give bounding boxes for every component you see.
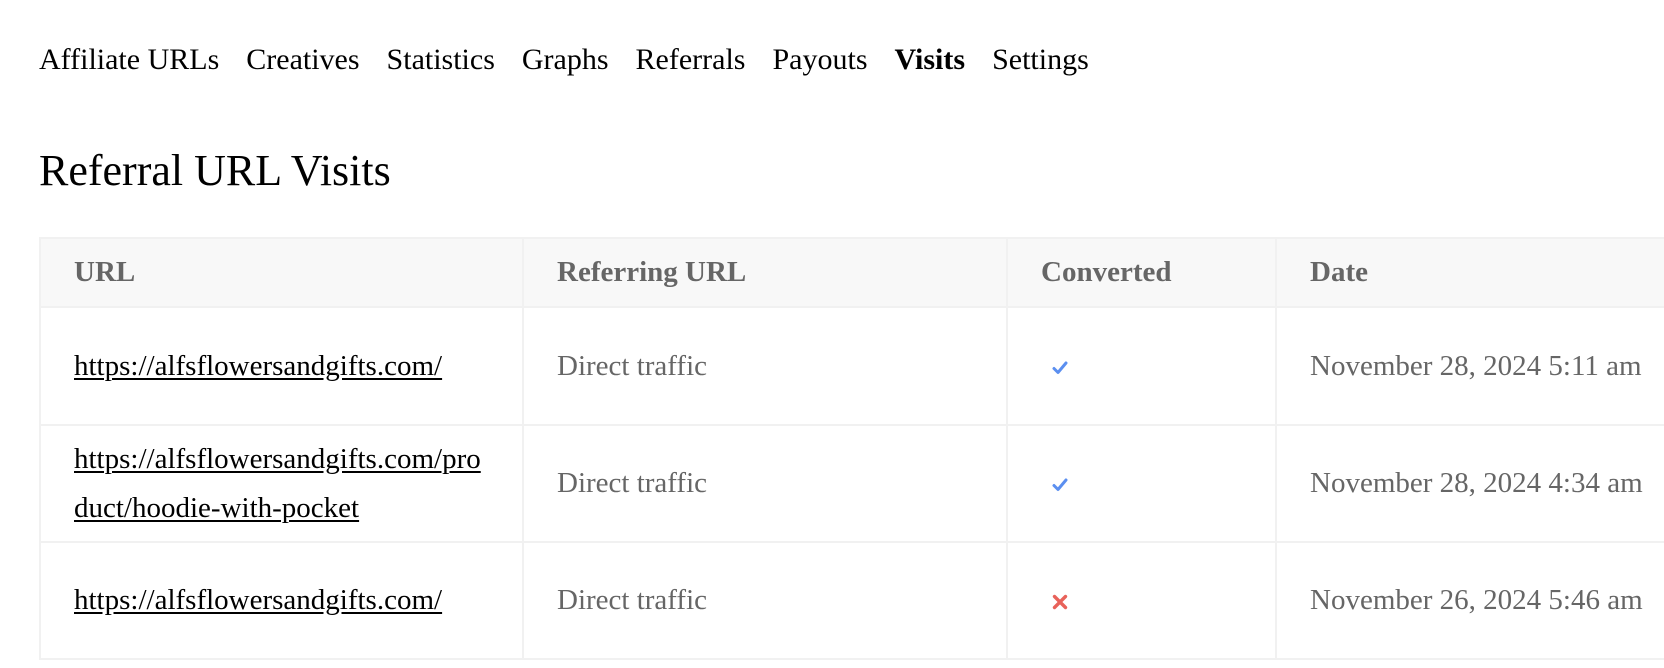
cell-date: November 26, 2024 5:46 am xyxy=(1275,541,1664,660)
nav-referrals[interactable]: Referrals xyxy=(636,38,746,82)
header-referring-url: Referring URL xyxy=(522,237,1008,308)
page-title: Referral URL Visits xyxy=(39,146,391,195)
cell-url: https://alfsflowersandgifts.com/product/… xyxy=(39,424,524,543)
cell-referring-url: Direct traffic xyxy=(522,306,1008,426)
nav-visits[interactable]: Visits xyxy=(895,38,966,82)
table-row: https://alfsflowersandgifts.com/ Direct … xyxy=(39,541,1664,660)
header-url: URL xyxy=(39,237,524,308)
nav-statistics[interactable]: Statistics xyxy=(387,38,495,82)
check-icon xyxy=(1052,361,1068,374)
cell-date: November 28, 2024 5:11 am xyxy=(1275,306,1664,426)
visit-url-link[interactable]: https://alfsflowersandgifts.com/ xyxy=(74,350,442,382)
nav-settings[interactable]: Settings xyxy=(992,38,1089,82)
affiliate-nav: Affiliate URLs Creatives Statistics Grap… xyxy=(39,38,1116,82)
cell-date: November 28, 2024 4:34 am xyxy=(1275,424,1664,543)
table-row: https://alfsflowersandgifts.com/product/… xyxy=(39,424,1664,543)
cell-converted xyxy=(1006,424,1277,543)
header-converted: Converted xyxy=(1006,237,1277,308)
nav-affiliate-urls[interactable]: Affiliate URLs xyxy=(39,38,219,82)
nav-payouts[interactable]: Payouts xyxy=(772,38,867,82)
visit-url-link[interactable]: https://alfsflowersandgifts.com/ xyxy=(74,584,442,616)
cross-icon xyxy=(1052,595,1068,610)
cell-converted xyxy=(1006,541,1277,660)
table-row: https://alfsflowersandgifts.com/ Direct … xyxy=(39,306,1664,426)
table-header-row: URL Referring URL Converted Date xyxy=(39,237,1664,308)
visits-table: URL Referring URL Converted Date https:/… xyxy=(39,237,1664,660)
cell-converted xyxy=(1006,306,1277,426)
cell-referring-url: Direct traffic xyxy=(522,424,1008,543)
cell-url: https://alfsflowersandgifts.com/ xyxy=(39,306,524,426)
check-icon xyxy=(1052,478,1068,492)
visit-url-link[interactable]: https://alfsflowersandgifts.com/product/… xyxy=(74,443,481,524)
cell-url: https://alfsflowersandgifts.com/ xyxy=(39,541,524,660)
cell-referring-url: Direct traffic xyxy=(522,541,1008,660)
nav-creatives[interactable]: Creatives xyxy=(246,38,359,82)
header-date: Date xyxy=(1275,237,1664,308)
nav-graphs[interactable]: Graphs xyxy=(522,38,609,82)
